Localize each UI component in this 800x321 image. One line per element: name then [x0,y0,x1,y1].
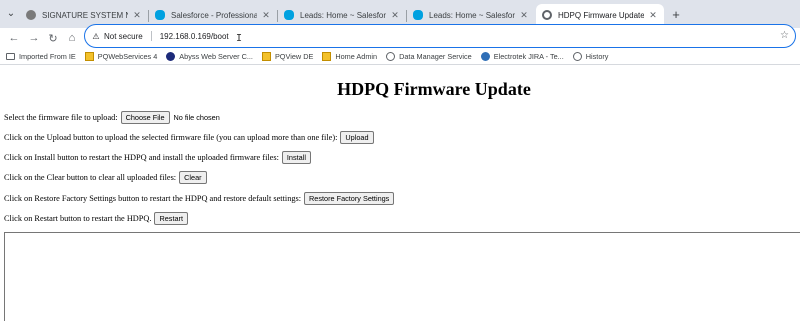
address-bar[interactable]: ⚠ Not secure 192.168.0.169/boot ☆ [84,24,796,48]
page-title: HDPQ Firmware Update [337,79,531,99]
folder-icon [6,52,15,60]
choose-file-button[interactable]: Choose File [120,110,170,124]
bookmark-label: Home Admin [335,51,378,61]
history-icon [572,51,582,61]
upload-row: Click on the Upload button to upload the… [4,130,374,144]
upload-instructions: Click on the Upload button to upload the… [4,132,338,142]
close-icon[interactable]: ✕ [132,10,142,21]
data-icon [386,51,396,61]
tab-hdpq-firmware-update[interactable]: HDPQ Firmware Update ✕ [536,4,664,26]
tab-title: Leads: Home ~ Salesforce - Pro [429,10,515,20]
bookmark-data-manager-service[interactable]: Data Manager Service [386,51,472,61]
page-content: HDPQ Firmware Update Select the firmware… [0,65,800,321]
bookmark-label: Electrotek JIRA - Te... [493,51,564,61]
bookmark-history[interactable]: History [572,51,609,61]
install-row: Click on Install button to restart the H… [4,150,311,164]
select-file-row: Select the firmware file to upload: Choo… [4,110,220,124]
tab-title: Salesforce - Professional Editio [171,10,257,20]
close-icon[interactable]: ✕ [519,10,529,21]
select-file-label: Select the firmware file to upload: [4,112,118,122]
signature-icon [26,10,36,20]
page-icon [84,51,94,61]
tab-signature-system[interactable]: SIGNATURE SYSTEM NODE BU ✕ [20,4,148,26]
restore-factory-settings-button[interactable]: Restore Factory Settings [304,191,395,205]
bookmark-electrotek-jira[interactable]: Electrotek JIRA - Te... [480,51,564,61]
clear-row: Click on the Clear button to clear all u… [4,170,207,184]
bookmark-label: PQWebServices 4 [97,51,158,61]
address-divider [150,31,152,41]
output-textarea[interactable] [4,232,800,321]
restart-instructions: Click on Restart button to restart the H… [4,213,152,223]
bookmark-label: History [585,51,609,61]
forward-arrow-icon[interactable]: → [26,30,42,46]
close-icon[interactable]: ✕ [261,10,271,21]
install-button[interactable]: Install [281,150,311,164]
bookmark-abyss-web-server[interactable]: Abyss Web Server C... [166,51,253,61]
security-status[interactable]: Not secure [104,32,143,41]
salesforce-icon [413,10,423,20]
bookmark-pqview-de[interactable]: PQView DE [261,51,314,61]
restart-button[interactable]: Restart [154,211,189,225]
bookmark-label: Data Manager Service [399,51,472,61]
tab-title: SIGNATURE SYSTEM NODE BU [42,10,128,20]
restore-row: Click on Restore Factory Settings button… [4,191,395,205]
tab-leads-home-1[interactable]: Leads: Home ~ Salesforce - Pro ✕ [278,4,406,26]
close-icon[interactable]: ✕ [648,10,658,21]
salesforce-icon [284,10,294,20]
tab-leads-home-2[interactable]: Leads: Home ~ Salesforce - Pro ✕ [407,4,535,26]
abyss-icon [166,51,176,61]
tab-title: HDPQ Firmware Update [558,10,644,20]
close-icon[interactable]: ✕ [390,10,400,21]
clear-button[interactable]: Clear [179,170,207,184]
bookmark-star-icon[interactable]: ☆ [780,30,789,41]
tab-search-icon[interactable]: ⌄ [4,6,18,20]
salesforce-icon [155,10,165,20]
warning-icon[interactable]: ⚠ [91,31,101,41]
reload-icon[interactable]: ↻ [45,30,61,46]
clear-instructions: Click on the Clear button to clear all u… [4,172,177,182]
page-icon [261,51,271,61]
restart-row: Click on Restart button to restart the H… [4,211,189,225]
install-instructions: Click on Install button to restart the H… [4,152,279,162]
bookmark-label: PQView DE [274,51,314,61]
page-icon [322,51,332,61]
home-icon[interactable]: ⌂ [64,30,80,46]
bookmark-pqwebservices[interactable]: PQWebServices 4 [84,51,158,61]
back-arrow-icon[interactable]: ← [6,30,22,46]
tab-salesforce-professional[interactable]: Salesforce - Professional Editio ✕ [149,4,277,26]
url-text[interactable]: 192.168.0.169/boot [160,32,229,41]
upload-button[interactable]: Upload [340,130,374,144]
restore-instructions: Click on Restore Factory Settings button… [4,193,302,203]
bookmark-imported-from-ie[interactable]: Imported From IE [6,52,76,61]
bookmark-label: Imported From IE [19,51,76,61]
bookmark-label: Abyss Web Server C... [179,51,253,61]
text-cursor-icon: I [236,33,243,44]
new-tab-icon[interactable]: + [668,6,684,22]
globe-icon [480,51,490,61]
tab-title: Leads: Home ~ Salesforce - Pro [300,10,386,20]
no-file-chosen-text: No file chosen [173,112,220,122]
page-icon [542,10,552,20]
bookmarks-bar: Imported From IE PQWebServices 4 Abyss W… [0,48,800,65]
bookmark-home-admin[interactable]: Home Admin [322,51,378,61]
